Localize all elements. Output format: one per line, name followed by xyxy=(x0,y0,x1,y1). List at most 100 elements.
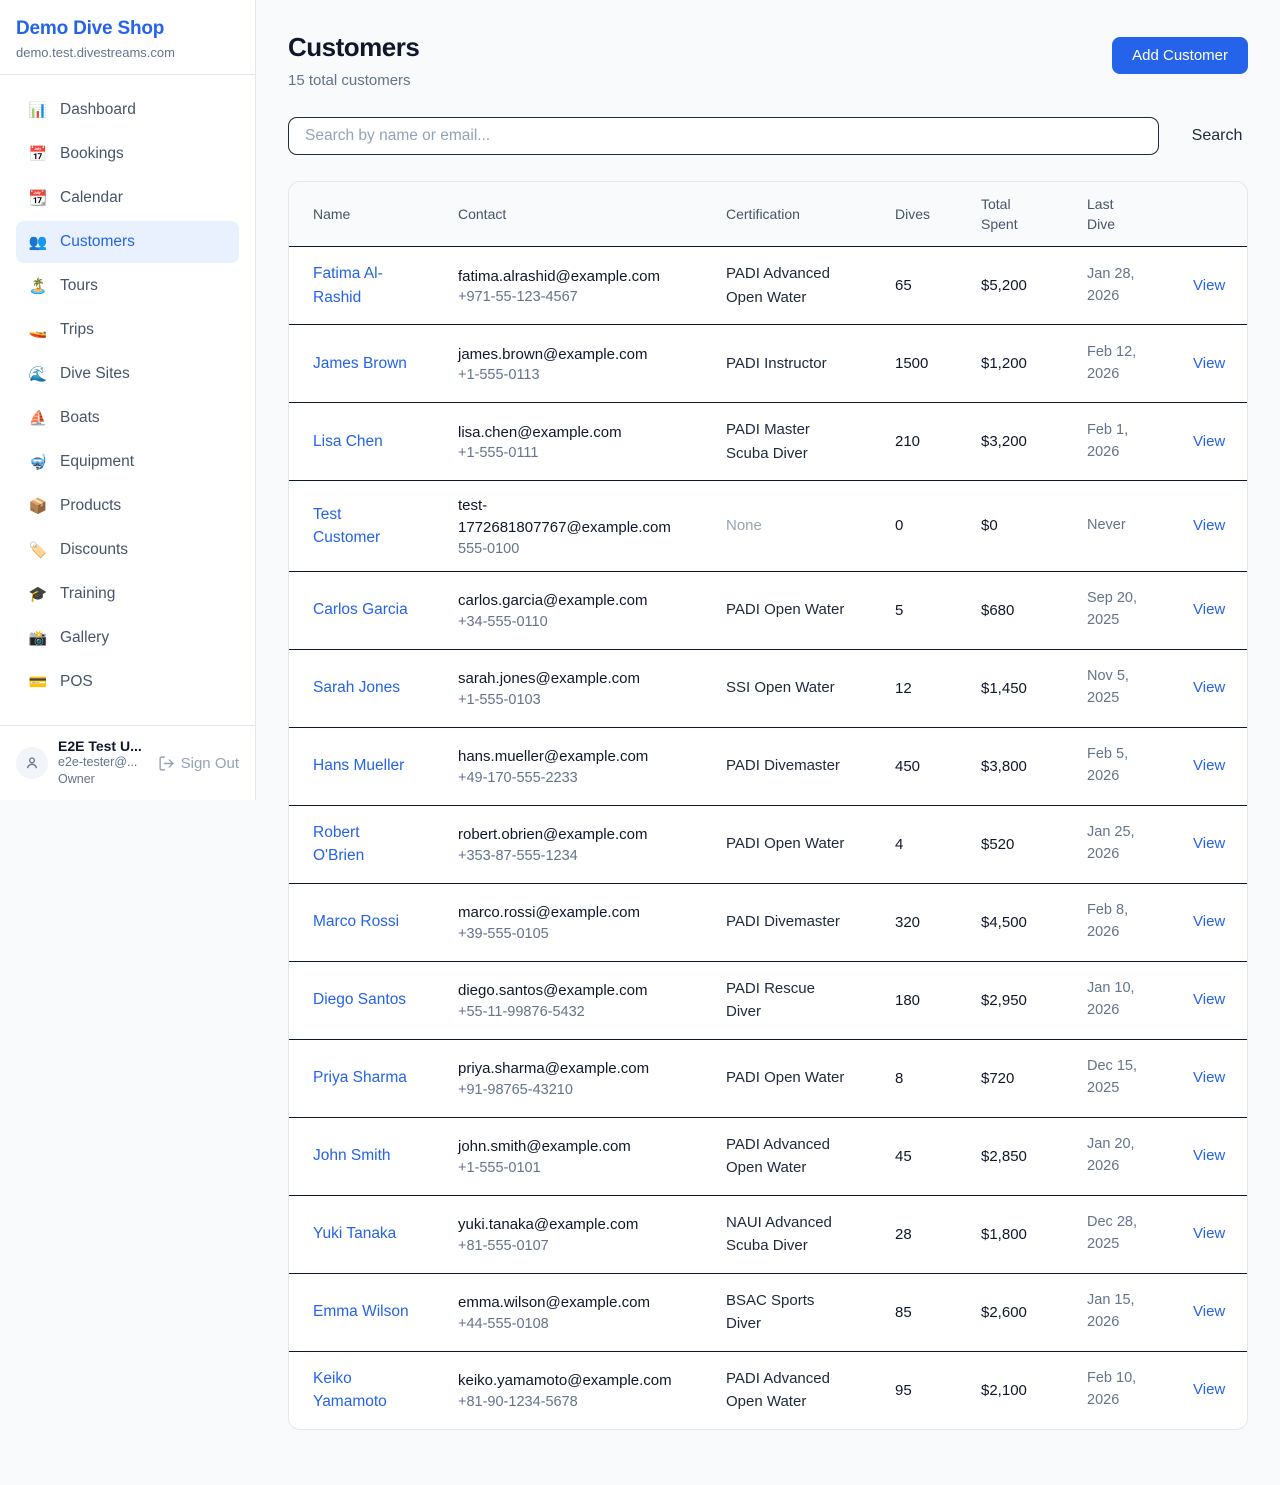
user-role: Owner xyxy=(58,771,148,788)
sidebar-nav-item[interactable]: 👥 Customers xyxy=(16,221,239,263)
customer-name-link[interactable]: Emma Wilson xyxy=(313,1300,409,1323)
contact-cell: emma.wilson@example.com +44-555-0108 xyxy=(458,1292,726,1332)
view-customer-link[interactable]: View xyxy=(1193,991,1225,1008)
view-customer-link[interactable]: View xyxy=(1193,1069,1225,1086)
nav-item-label: Training xyxy=(60,585,115,603)
dives-count: 8 xyxy=(895,1070,981,1087)
customer-phone: 555-0100 xyxy=(458,541,726,557)
sidebar-nav-item[interactable]: 🚤 Trips xyxy=(16,309,239,351)
view-customer-link[interactable]: View xyxy=(1193,913,1225,930)
total-spent-value: $2,950 xyxy=(981,992,1087,1009)
dives-count: 5 xyxy=(895,602,981,619)
view-customer-link[interactable]: View xyxy=(1193,355,1225,372)
table-row: Emma Wilson emma.wilson@example.com +44-… xyxy=(289,1273,1247,1351)
sidebar-nav-item[interactable]: 🌊 Dive Sites xyxy=(16,353,239,395)
total-spent-value: $2,600 xyxy=(981,1304,1087,1321)
view-customer-link[interactable]: View xyxy=(1193,517,1225,534)
contact-cell: marco.rossi@example.com +39-555-0105 xyxy=(458,902,726,942)
customer-name-link[interactable]: Lisa Chen xyxy=(313,430,383,453)
sidebar-nav-item[interactable]: 💳 POS xyxy=(16,661,239,703)
customer-name-link[interactable]: Robert O'Brien xyxy=(313,821,409,868)
column-header-certification: Certification xyxy=(726,204,895,224)
nav-item-label: Calendar xyxy=(60,189,123,207)
total-spent-value: $680 xyxy=(981,602,1087,619)
customer-name-link[interactable]: Carlos Garcia xyxy=(313,598,408,621)
view-customer-link[interactable]: View xyxy=(1193,835,1225,852)
nav-icon: 🌊 xyxy=(28,365,48,383)
customer-name-link[interactable]: James Brown xyxy=(313,352,407,375)
customer-name-link[interactable]: John Smith xyxy=(313,1144,391,1167)
customer-name-link[interactable]: Hans Mueller xyxy=(313,754,404,777)
view-customer-link[interactable]: View xyxy=(1193,757,1225,774)
view-customer-link[interactable]: View xyxy=(1193,1381,1225,1398)
customers-table: Name Contact Certification Dives Total S… xyxy=(288,181,1248,1430)
view-customer-link[interactable]: View xyxy=(1193,433,1225,450)
certification-value: NAUI Advanced Scuba Diver xyxy=(726,1211,852,1258)
nav-icon: 📦 xyxy=(28,497,48,515)
customer-name-link[interactable]: Marco Rossi xyxy=(313,910,399,933)
sidebar-nav-item[interactable]: 📊 Dashboard xyxy=(16,89,239,131)
sidebar-nav-item[interactable]: 🎓 Training xyxy=(16,573,239,615)
nav-item-label: Customers xyxy=(60,233,135,251)
view-customer-link[interactable]: View xyxy=(1193,601,1225,618)
nav-icon: 🏝️ xyxy=(28,277,48,295)
customer-phone: +55-11-99876-5432 xyxy=(458,1004,726,1020)
view-customer-link[interactable]: View xyxy=(1193,1147,1225,1164)
dives-count: 45 xyxy=(895,1148,981,1165)
customer-name-link[interactable]: Diego Santos xyxy=(313,988,406,1011)
nav-item-label: Dashboard xyxy=(60,101,136,119)
customer-name-link[interactable]: Sarah Jones xyxy=(313,676,400,699)
column-header-last-dive: Last Dive xyxy=(1087,194,1139,235)
certification-value: PADI Open Water xyxy=(726,832,844,855)
customer-name-link[interactable]: Yuki Tanaka xyxy=(313,1222,396,1245)
table-row: Yuki Tanaka yuki.tanaka@example.com +81-… xyxy=(289,1195,1247,1273)
view-customer-link[interactable]: View xyxy=(1193,679,1225,696)
view-customer-link[interactable]: View xyxy=(1193,1303,1225,1320)
customer-email: keiko.yamamoto@example.com xyxy=(458,1370,673,1392)
sidebar-nav-item[interactable]: 🏝️ Tours xyxy=(16,265,239,307)
table-row: Lisa Chen lisa.chen@example.com +1-555-0… xyxy=(289,402,1247,480)
sidebar-nav-item[interactable]: 📸 Gallery xyxy=(16,617,239,659)
brand-title[interactable]: Demo Dive Shop xyxy=(16,18,239,40)
certification-value: PADI Divemaster xyxy=(726,910,840,933)
sidebar-nav-item[interactable]: 📅 Bookings xyxy=(16,133,239,175)
sidebar-nav-item[interactable]: 🏷️ Discounts xyxy=(16,529,239,571)
dives-count: 95 xyxy=(895,1382,981,1399)
search-input[interactable] xyxy=(288,117,1159,155)
sign-out-label: Sign Out xyxy=(181,755,239,772)
sign-out-icon xyxy=(158,755,175,772)
sidebar-nav: 📊 Dashboard 📅 Bookings 📆 Calendar 👥 Cust… xyxy=(0,75,255,725)
sidebar-nav-item[interactable]: 🤿 Equipment xyxy=(16,441,239,483)
total-spent-value: $3,800 xyxy=(981,758,1087,775)
customer-name-link[interactable]: Priya Sharma xyxy=(313,1066,407,1089)
sign-out-button[interactable]: Sign Out xyxy=(158,755,239,772)
view-customer-link[interactable]: View xyxy=(1193,1225,1225,1242)
dives-count: 450 xyxy=(895,758,981,775)
sidebar-nav-item[interactable]: 📆 Calendar xyxy=(16,177,239,219)
search-button[interactable]: Search xyxy=(1186,127,1248,145)
add-customer-button[interactable]: Add Customer xyxy=(1112,37,1248,74)
view-customer-link[interactable]: View xyxy=(1193,277,1225,294)
total-customers-count: 15 total customers xyxy=(288,72,419,89)
customer-name-link[interactable]: Keiko Yamamoto xyxy=(313,1367,409,1414)
total-spent-value: $1,450 xyxy=(981,680,1087,697)
table-row: Sarah Jones sarah.jones@example.com +1-5… xyxy=(289,649,1247,727)
contact-cell: carlos.garcia@example.com +34-555-0110 xyxy=(458,590,726,630)
nav-icon: 🎓 xyxy=(28,585,48,603)
customer-email: sarah.jones@example.com xyxy=(458,668,673,690)
contact-cell: sarah.jones@example.com +1-555-0103 xyxy=(458,668,726,708)
contact-cell: keiko.yamamoto@example.com +81-90-1234-5… xyxy=(458,1370,726,1410)
last-dive-date: Sep 20, 2025 xyxy=(1087,588,1149,632)
customer-name-link[interactable]: Test Customer xyxy=(313,503,409,550)
certification-value: PADI Advanced Open Water xyxy=(726,1133,852,1180)
sidebar-nav-item[interactable]: 📦 Products xyxy=(16,485,239,527)
sidebar-nav-item[interactable]: ⛵ Boats xyxy=(16,397,239,439)
certification-value: PADI Rescue Diver xyxy=(726,977,852,1024)
nav-item-label: Bookings xyxy=(60,145,124,163)
total-spent-value: $1,800 xyxy=(981,1226,1087,1243)
customer-name-link[interactable]: Fatima Al-Rashid xyxy=(313,262,409,309)
column-header-dives: Dives xyxy=(895,204,981,224)
last-dive-date: Jan 10, 2026 xyxy=(1087,978,1149,1022)
last-dive-date: Jan 20, 2026 xyxy=(1087,1134,1149,1178)
dives-count: 210 xyxy=(895,433,981,450)
